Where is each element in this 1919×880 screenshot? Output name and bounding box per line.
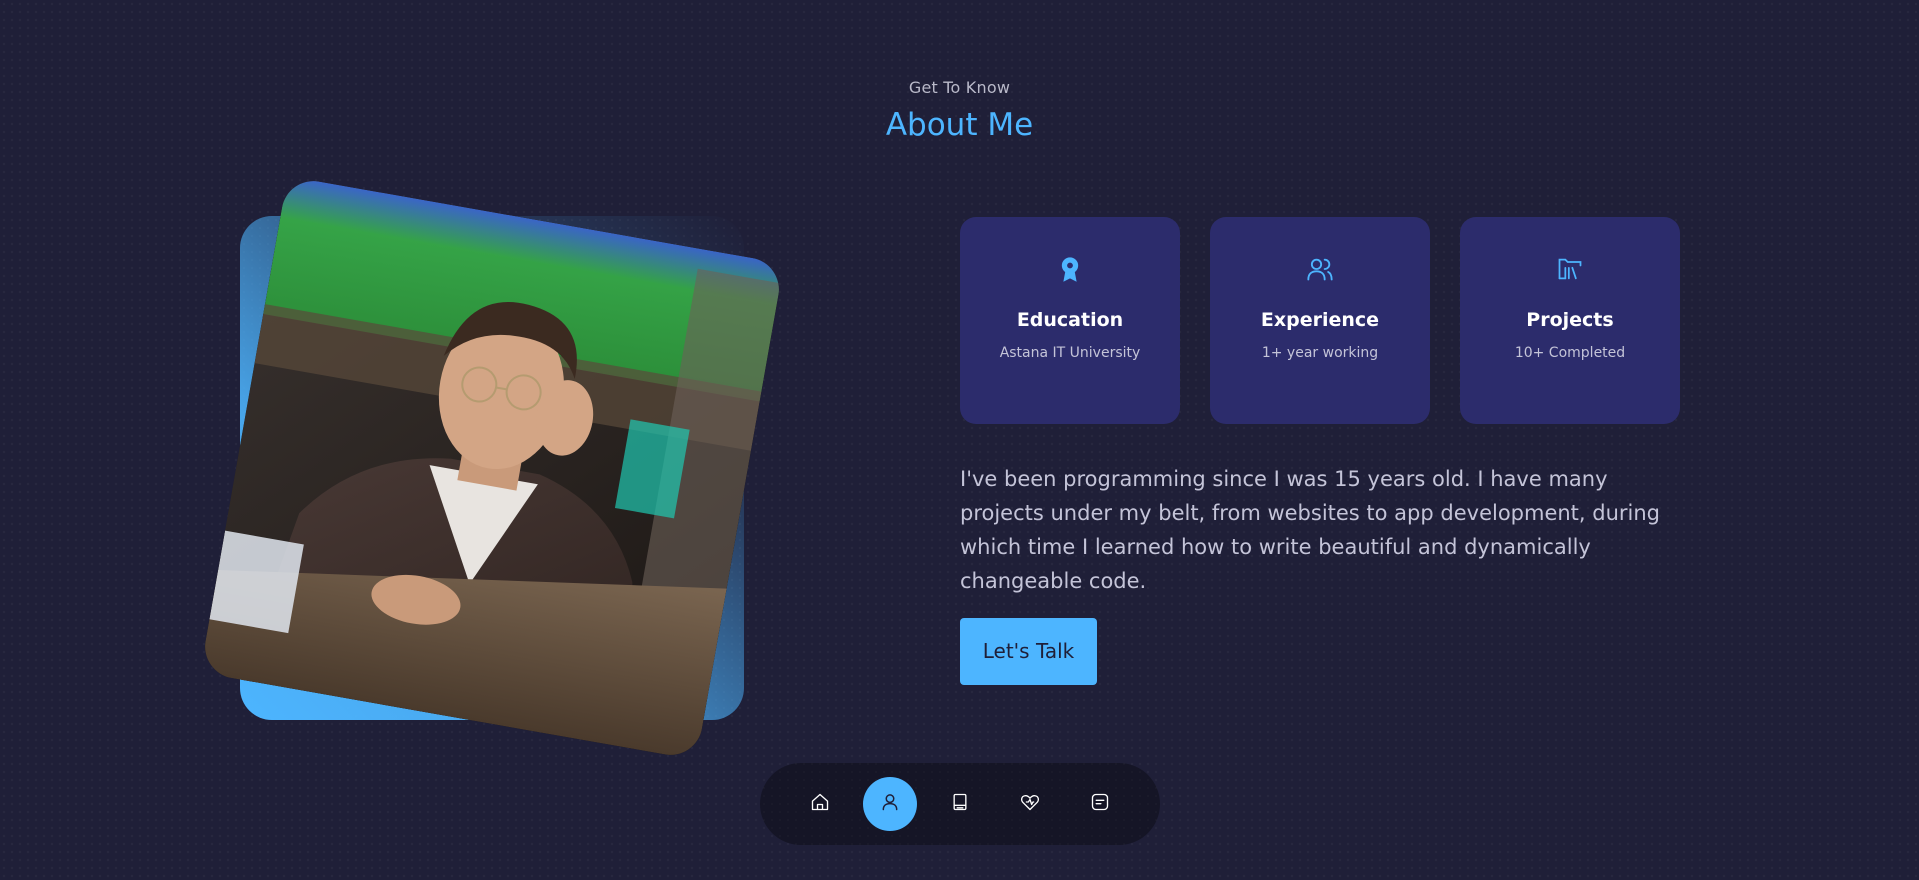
about-photo-frame bbox=[200, 176, 784, 760]
users-icon bbox=[1306, 255, 1334, 283]
nav-item-services[interactable] bbox=[1003, 777, 1057, 831]
card-education: Education Astana IT University bbox=[960, 217, 1180, 424]
section-subtitle: Get To Know bbox=[908, 78, 1011, 97]
about-photo bbox=[200, 176, 784, 760]
card-experience: Experience 1+ year working bbox=[1210, 217, 1430, 424]
card-projects: Projects 10+ Completed bbox=[1460, 217, 1680, 424]
bottom-nav bbox=[760, 763, 1160, 845]
nav-item-contact[interactable] bbox=[1073, 777, 1127, 831]
card-title: Projects bbox=[1526, 309, 1614, 331]
about-paragraph: I've been programming since I was 15 yea… bbox=[960, 467, 1661, 593]
nav-item-about[interactable] bbox=[863, 777, 917, 831]
lets-talk-button[interactable]: Let's Talk bbox=[960, 618, 1097, 685]
home-icon bbox=[810, 792, 830, 816]
card-subtitle: Astana IT University bbox=[999, 345, 1141, 361]
card-title: Education bbox=[1016, 309, 1124, 331]
nav-item-experience[interactable] bbox=[933, 777, 987, 831]
card-subtitle: 1+ year working bbox=[1261, 345, 1379, 361]
user-icon bbox=[880, 792, 900, 816]
book-icon bbox=[950, 792, 970, 816]
message-icon bbox=[1090, 792, 1110, 816]
card-subtitle: 10+ Completed bbox=[1514, 345, 1626, 361]
folder-library-icon bbox=[1556, 255, 1584, 283]
award-icon bbox=[1056, 255, 1084, 283]
card-title: Experience bbox=[1260, 309, 1380, 331]
nav-item-home[interactable] bbox=[793, 777, 847, 831]
info-cards: Education Astana IT University Experienc… bbox=[960, 217, 1680, 424]
section-title: About Me bbox=[885, 107, 1034, 143]
section-header: Get To Know About Me bbox=[0, 78, 1919, 143]
heart-pulse-icon bbox=[1020, 792, 1040, 816]
